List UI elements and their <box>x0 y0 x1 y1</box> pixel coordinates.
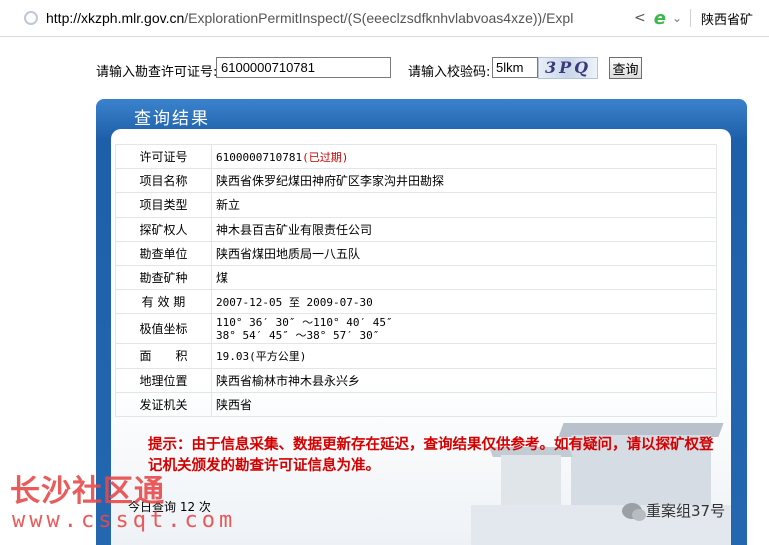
row-value: 2007-12-05 至 2009-07-30 <box>211 289 717 315</box>
watermark-wechat: 重案组37号 <box>622 500 725 521</box>
panel-title: 查询结果 <box>134 109 210 129</box>
share-icon[interactable]: < <box>634 10 646 26</box>
watermark-site-url: www.cssqt.com <box>12 508 237 533</box>
chevron-down-icon[interactable]: ⌄ <box>672 11 682 25</box>
search-button[interactable]: 查询 <box>609 57 642 79</box>
browser-e-icon[interactable]: e <box>654 8 666 29</box>
watermark-site-name: 长沙社区通 <box>10 474 165 509</box>
table-row: 面 积 19.03(平方公里) <box>115 343 717 369</box>
captcha-input[interactable] <box>492 57 538 78</box>
row-key: 地理位置 <box>115 367 212 393</box>
expired-status: (已过期) <box>302 150 349 164</box>
divider <box>690 9 692 27</box>
row-key: 极值坐标 <box>115 313 212 345</box>
notice-text: 提示：由于信息采集、数据更新存在延迟，查询结果仅供参考。如有疑问，请以探矿权登记… <box>148 436 714 474</box>
site-info-icon[interactable] <box>24 11 38 25</box>
row-key: 项目名称 <box>115 168 212 194</box>
table-row: 探矿权人 神木县百吉矿业有限责任公司 <box>115 216 717 242</box>
table-row: 极值坐标 110° 36′ 30″ ～110° 40′ 45″ 38° 54′ 4… <box>115 313 717 345</box>
captcha-label: 请输入校验码: <box>408 65 491 80</box>
row-value: 陕西省侏罗纪煤田神府矿区李家沟井田勘探 <box>211 168 717 194</box>
row-key: 勘查矿种 <box>115 264 212 291</box>
permit-number-input[interactable] <box>216 57 391 78</box>
row-value: 煤 <box>211 264 717 291</box>
row-key: 许可证号 <box>115 143 212 170</box>
table-row: 地理位置 陕西省榆林市神木县永兴乡 <box>115 367 717 393</box>
table-row: 项目名称 陕西省侏罗纪煤田神府矿区李家沟井田勘探 <box>115 168 717 194</box>
row-key: 勘查单位 <box>115 240 212 266</box>
row-value: 陕西省煤田地质局一八五队 <box>211 240 717 266</box>
row-value: 新立 <box>211 192 717 218</box>
row-value: 陕西省 <box>211 391 717 417</box>
url-text[interactable]: http://xkzph.mlr.gov.cn/ExplorationPermi… <box>46 10 626 26</box>
table-row: 有 效 期 2007-12-05 至 2009-07-30 <box>115 289 717 315</box>
row-value: 神木县百吉矿业有限责任公司 <box>211 216 717 242</box>
row-value: 19.03(平方公里) <box>211 343 717 369</box>
search-form: 请输入勘查许可证号: 请输入校验码: 3PQ 查询 <box>0 57 769 81</box>
row-value: 110° 36′ 30″ ～110° 40′ 45″ 38° 54′ 45″ ～3… <box>211 313 717 345</box>
row-key: 项目类型 <box>115 192 212 218</box>
table-row: 勘查单位 陕西省煤田地质局一八五队 <box>115 240 717 266</box>
permit-label: 请输入勘查许可证号: <box>96 65 218 80</box>
tab-title[interactable]: 陕西省矿 <box>701 9 753 28</box>
row-key: 有 效 期 <box>115 289 212 315</box>
row-key: 发证机关 <box>115 391 212 417</box>
table-row: 发证机关 陕西省 <box>115 391 717 417</box>
row-key: 面 积 <box>115 343 212 369</box>
row-value: 陕西省榆林市神木县永兴乡 <box>211 367 717 393</box>
permit-info-table: 许可证号 6100000710781(已过期) 项目名称 陕西省侏罗纪煤田神府矿… <box>115 143 717 417</box>
table-row: 勘查矿种 煤 <box>115 264 717 291</box>
address-bar[interactable]: http://xkzph.mlr.gov.cn/ExplorationPermi… <box>0 0 769 37</box>
row-value: 6100000710781(已过期) <box>211 143 717 170</box>
table-row: 许可证号 6100000710781(已过期) <box>115 143 717 170</box>
wechat-icon <box>622 502 646 521</box>
table-row: 项目类型 新立 <box>115 192 717 218</box>
row-key: 探矿权人 <box>115 216 212 242</box>
captcha-image[interactable]: 3PQ <box>538 57 598 79</box>
